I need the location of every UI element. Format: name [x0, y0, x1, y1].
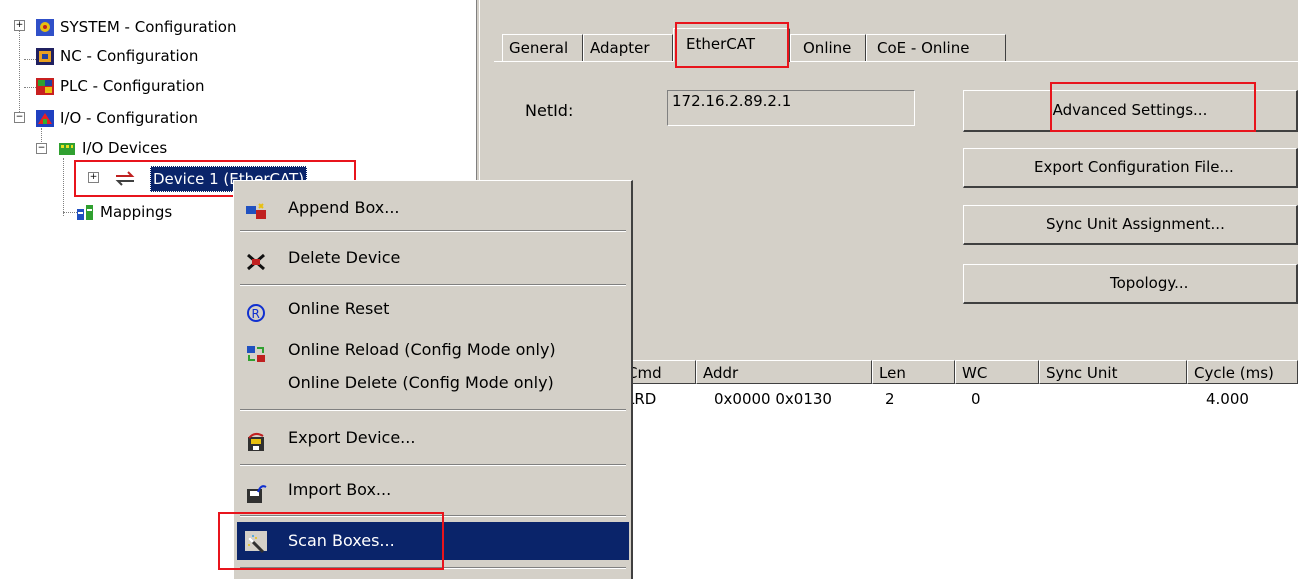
tree-label-io-devices: I/O Devices [82, 139, 168, 157]
cell-len: 2 [885, 390, 895, 408]
nc-config-icon [36, 48, 54, 65]
menu-separator [240, 464, 626, 466]
collapse-io-icon[interactable]: − [14, 112, 25, 123]
export-device-label: Export Device... [288, 428, 416, 447]
menu-delete-device[interactable]: Delete Device [237, 239, 629, 277]
netid-field: 172.16.2.89.2.1 [667, 90, 915, 126]
menu-separator [240, 515, 626, 517]
commands-list[interactable]: Cmd Addr Len WC Sync Unit Cycle (ms) LRD… [620, 360, 1298, 579]
append-box-icon [245, 198, 267, 219]
topology-button[interactable]: Topology... [963, 264, 1298, 304]
tree-label-system: SYSTEM - Configuration [60, 18, 237, 36]
online-delete-label: Online Delete (Config Mode only) [288, 373, 554, 392]
cell-wc: 0 [971, 390, 981, 408]
collapse-io-devices-icon[interactable]: − [36, 143, 47, 154]
netid-label: NetId: [525, 101, 574, 120]
online-reset-label: Online Reset [288, 299, 390, 318]
tree-label-mappings: Mappings [100, 203, 173, 221]
menu-separator [240, 409, 626, 411]
export-device-icon [245, 428, 267, 451]
menu-online-delete[interactable]: Online Delete (Config Mode only) [237, 364, 629, 402]
menu-separator [240, 567, 626, 569]
col-len[interactable]: Len [872, 360, 955, 384]
io-devices-icon [58, 140, 76, 157]
cell-cycle: 4.000 [1206, 390, 1249, 408]
scan-boxes-icon [245, 531, 267, 554]
menu-online-reset[interactable]: R Online Reset [237, 290, 629, 328]
tab-general[interactable]: General [502, 34, 583, 61]
delete-device-icon [245, 248, 267, 271]
tree-label-plc: PLC - Configuration [60, 77, 205, 95]
menu-separator [240, 230, 626, 232]
menu-scan-boxes[interactable]: Scan Boxes... [237, 522, 629, 560]
tab-coe-online[interactable]: CoE - Online [866, 34, 1006, 61]
menu-separator [240, 284, 626, 286]
tab-adapter[interactable]: Adapter [583, 34, 673, 61]
system-config-icon [36, 19, 54, 36]
import-box-icon [245, 480, 267, 503]
delete-device-label: Delete Device [288, 248, 401, 267]
col-wc[interactable]: WC [955, 360, 1039, 384]
col-addr[interactable]: Addr [696, 360, 872, 384]
import-box-label: Import Box... [288, 480, 392, 499]
tree-label-io: I/O - Configuration [60, 109, 198, 127]
tab-online[interactable]: Online [790, 34, 866, 61]
cell-addr: 0x0000 0x0130 [714, 390, 832, 408]
online-reset-icon: R [245, 299, 267, 322]
col-sync-unit[interactable]: Sync Unit [1039, 360, 1187, 384]
expand-system-icon[interactable]: + [14, 20, 25, 31]
svg-text:R: R [252, 307, 260, 321]
menu-import-box[interactable]: Import Box... [237, 471, 629, 509]
io-config-icon [36, 110, 54, 127]
menu-export-device[interactable]: Export Device... [237, 419, 629, 457]
mappings-icon [76, 204, 94, 221]
ethercat-device-icon [114, 170, 135, 187]
tab-ethercat[interactable]: EtherCAT [673, 28, 790, 62]
online-reload-icon [245, 340, 267, 362]
append-box-label: Append Box... [288, 198, 400, 217]
expand-device1-icon[interactable]: + [88, 172, 99, 183]
sync-unit-assignment-button[interactable]: Sync Unit Assignment... [963, 205, 1298, 245]
tree-label-nc: NC - Configuration [60, 47, 199, 65]
plc-config-icon [36, 78, 54, 95]
menu-append-box[interactable]: Append Box... [237, 189, 629, 227]
scan-boxes-label: Scan Boxes... [288, 531, 395, 550]
advanced-settings-button[interactable]: Advanced Settings... [963, 90, 1298, 132]
col-cycle[interactable]: Cycle (ms) [1187, 360, 1298, 384]
device-context-menu: Append Box... Delete Device R Online Res… [233, 180, 633, 579]
export-configuration-button[interactable]: Export Configuration File... [963, 148, 1298, 188]
